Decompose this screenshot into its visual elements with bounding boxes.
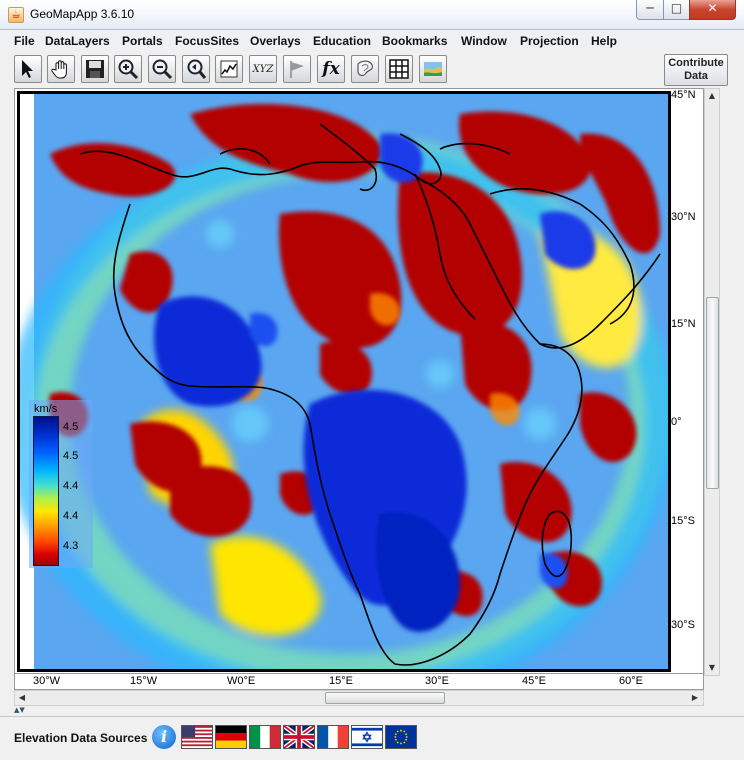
scroll-left-icon[interactable]: ◀ — [15, 691, 29, 705]
java-app-icon: ☕ — [8, 7, 24, 23]
zoom-out-icon[interactable] — [148, 55, 176, 83]
velocity-legend: km/s 4.5 4.5 4.4 4.4 4.3 — [29, 400, 93, 568]
contour-tool-icon[interactable] — [351, 55, 379, 83]
fx-label: fx — [322, 59, 340, 79]
splitter-arrows-icon[interactable]: ▲▼ — [14, 706, 25, 714]
fx-function-icon[interactable]: fx — [317, 55, 345, 83]
grid-toggle-icon[interactable] — [385, 55, 413, 83]
legend-tick: 4.3 — [63, 540, 79, 552]
legend-tick: 4.5 — [63, 421, 79, 433]
lat-label-45n: 45°N — [671, 89, 696, 101]
contribute-data-button[interactable]: Contribute Data — [664, 54, 728, 86]
legend-unit: km/s — [34, 403, 58, 415]
menu-datalayers[interactable]: DataLayers — [45, 34, 110, 48]
lon-label-30e: 30°E — [425, 675, 449, 687]
menu-help[interactable]: Help — [591, 34, 617, 48]
elevation-sources-bar: Elevation Data Sources i — [0, 716, 744, 760]
legend-colorbar — [33, 416, 59, 566]
lat-label-30n: 30°N — [671, 211, 696, 223]
lon-label-45e: 45°E — [522, 675, 546, 687]
close-button[interactable]: ✕ — [689, 0, 736, 20]
menu-education[interactable]: Education — [313, 34, 371, 48]
lon-label-30w: 30°W — [33, 675, 61, 687]
menu-overlays[interactable]: Overlays — [250, 34, 301, 48]
menu-portals[interactable]: Portals — [122, 34, 163, 48]
usa-flag-icon[interactable] — [181, 725, 213, 749]
vertical-scrollbar[interactable]: ▲ ▼ — [704, 88, 720, 676]
profile-graph-icon[interactable] — [215, 55, 243, 83]
israel-flag-icon[interactable] — [351, 725, 383, 749]
legend-tick: 4.4 — [63, 510, 79, 522]
legend-tick: 4.5 — [63, 450, 79, 462]
menu-bar: File DataLayers Portals FocusSites Overl… — [0, 31, 744, 51]
elevation-sources-label: Elevation Data Sources — [14, 731, 148, 745]
menu-projection[interactable]: Projection — [520, 34, 579, 48]
layers-map-icon[interactable] — [419, 55, 447, 83]
menu-file[interactable]: File — [14, 34, 35, 48]
map-panel: 45°N 30°N 15°N 0° 15°S 30°S km/s 4.5 4.5… — [14, 88, 704, 674]
italy-flag-icon[interactable] — [249, 725, 281, 749]
zoom-in-icon[interactable] — [114, 55, 142, 83]
menu-window[interactable]: Window — [461, 34, 507, 48]
lon-label-60e: 60°E — [619, 675, 643, 687]
maximize-button[interactable]: □ — [663, 0, 690, 20]
menu-bookmarks[interactable]: Bookmarks — [382, 34, 447, 48]
select-arrow-icon[interactable] — [14, 55, 42, 83]
info-icon[interactable]: i — [152, 725, 176, 749]
lat-label-30s: 30°S — [671, 619, 695, 631]
window-title: GeoMapApp 3.6.10 — [30, 7, 135, 21]
legend-tick: 4.4 — [63, 480, 79, 492]
xyz-grid-icon[interactable]: XYZ — [249, 55, 277, 83]
save-disk-icon[interactable] — [81, 55, 109, 83]
lon-label-15w: 15°W — [130, 675, 158, 687]
lon-label-0: W0°E — [227, 675, 256, 687]
scroll-right-icon[interactable]: ▶ — [688, 691, 702, 705]
lat-label-15n: 15°N — [671, 318, 696, 330]
zoom-back-icon[interactable] — [182, 55, 210, 83]
minimize-button[interactable]: ─ — [636, 0, 664, 20]
lat-label-0: 0° — [671, 416, 682, 428]
longitude-axis: 30°W 15°W W0°E 15°E 30°E 45°E 60°E — [14, 674, 704, 690]
lat-label-15s: 15°S — [671, 515, 695, 527]
seismic-velocity-map-image — [20, 94, 668, 669]
window-titlebar: ☕ GeoMapApp 3.6.10 ─ □ ✕ — [0, 0, 744, 30]
velocity-map[interactable] — [17, 91, 671, 672]
lon-label-15e: 15°E — [329, 675, 353, 687]
flag-icon[interactable] — [283, 55, 311, 83]
pan-hand-icon[interactable] — [47, 55, 75, 83]
germany-flag-icon[interactable] — [215, 725, 247, 749]
xyz-grid-label: XYZ — [252, 63, 274, 75]
scroll-down-icon[interactable]: ▼ — [705, 661, 719, 675]
horizontal-scrollbar[interactable]: ◀ ▶ — [14, 690, 704, 706]
eu-flag-icon[interactable] — [385, 725, 417, 749]
horizontal-scroll-thumb[interactable] — [325, 692, 445, 704]
uk-flag-icon[interactable] — [283, 725, 315, 749]
toolbar: XYZ fx Contribute Data — [0, 52, 744, 88]
menu-focussites[interactable]: FocusSites — [175, 34, 239, 48]
scroll-up-icon[interactable]: ▲ — [705, 89, 719, 103]
france-flag-icon[interactable] — [317, 725, 349, 749]
vertical-scroll-thumb[interactable] — [706, 297, 719, 489]
